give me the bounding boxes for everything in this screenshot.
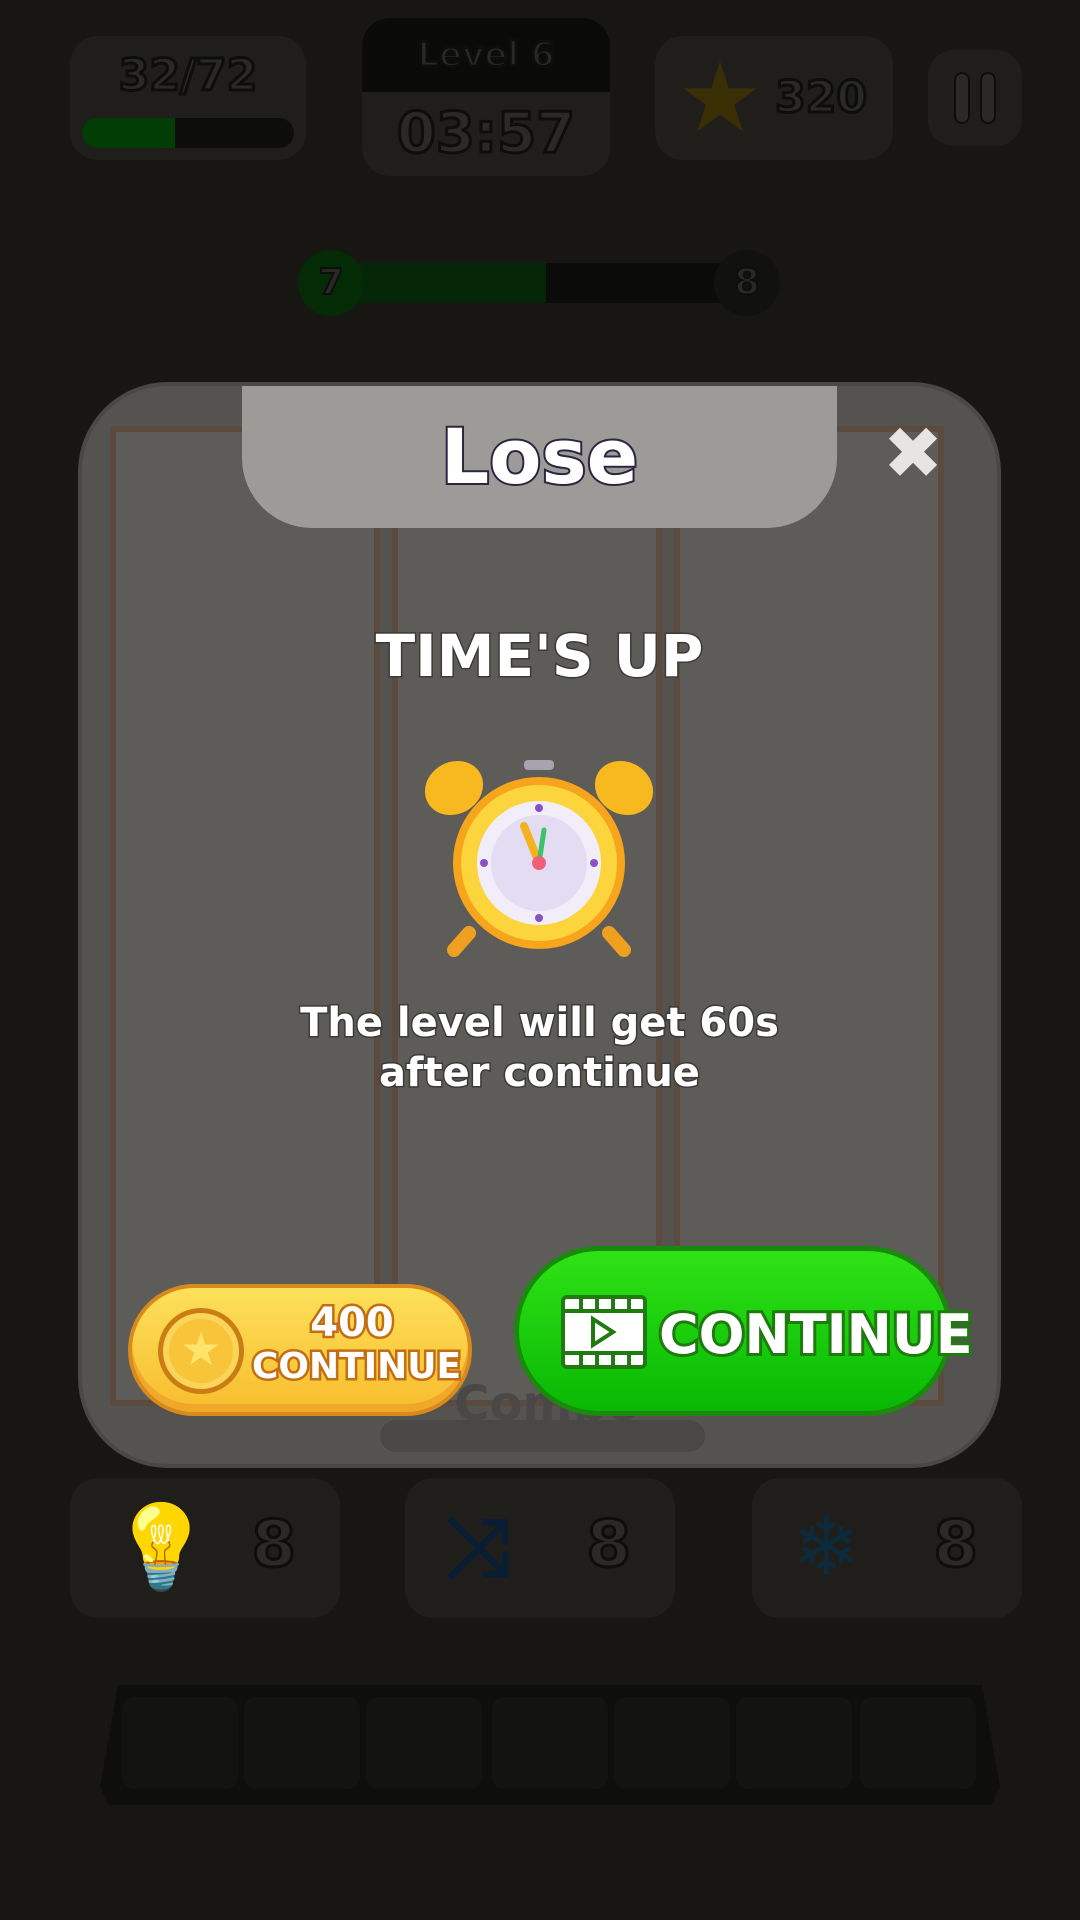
booster-count: 8 xyxy=(585,1507,633,1584)
items-progress-text: 32/72 xyxy=(117,49,259,103)
message-line-2: after continue xyxy=(378,1049,702,1098)
booster-shuffle[interactable]: ⤨ 8 xyxy=(405,1478,675,1618)
next-level-badge: 8 xyxy=(714,250,780,316)
tray-slot xyxy=(122,1697,238,1789)
tray-slot xyxy=(492,1697,608,1789)
tray-slot xyxy=(860,1697,976,1789)
coin-cost: 400 xyxy=(308,1298,397,1349)
tray-slot xyxy=(366,1697,482,1789)
item-tray xyxy=(100,1685,1000,1805)
watch-ad-continue-button[interactable]: CONTINUE xyxy=(514,1246,976,1416)
star-icon: ★ xyxy=(677,42,764,154)
continue-message: The level will get 60s after continue xyxy=(82,998,997,1098)
ad-continue-label: CONTINUE xyxy=(656,1300,976,1369)
stars-count: 320 xyxy=(774,71,869,125)
close-icon: ✖ xyxy=(882,411,944,495)
pause-button[interactable] xyxy=(928,50,1022,146)
coin-icon: ★ xyxy=(158,1308,244,1394)
message-line-1: The level will get 60s xyxy=(299,999,781,1048)
timer: 03:57 xyxy=(395,100,576,168)
lightbulb-icon: 💡 xyxy=(110,1500,213,1595)
items-progress-panel: 32/72 xyxy=(70,36,306,160)
level-progress: 7 8 xyxy=(298,250,780,316)
times-up-heading: TIME'S UP xyxy=(374,621,705,692)
combo-bar xyxy=(380,1420,705,1452)
level-title: Level 6 xyxy=(362,18,610,92)
booster-count: 8 xyxy=(250,1507,298,1584)
booster-freeze[interactable]: ❄ 8 xyxy=(752,1478,1022,1618)
tray-slot xyxy=(614,1697,730,1789)
coin-continue-label: CONTINUE xyxy=(250,1344,464,1390)
level-timer-panel: Level 6 03:57 xyxy=(362,18,610,176)
coin-continue-button[interactable]: ★ 400 CONTINUE xyxy=(128,1284,472,1416)
shuffle-icon: ⤨ xyxy=(445,1500,511,1595)
close-button[interactable]: ✖ xyxy=(882,417,944,489)
title-tab: Lose xyxy=(242,386,837,528)
shelf xyxy=(110,426,380,1406)
tray-slot xyxy=(736,1697,852,1789)
video-film-icon xyxy=(561,1295,647,1369)
current-level-badge: 7 xyxy=(298,250,364,316)
alarm-clock-icon xyxy=(424,760,654,957)
tray-slot xyxy=(244,1697,360,1789)
items-progress-bar xyxy=(82,118,294,148)
snowflake-icon: ❄ xyxy=(792,1500,861,1595)
booster-count: 8 xyxy=(932,1507,980,1584)
level-progress-track xyxy=(328,263,748,303)
stars-panel: ★ 320 xyxy=(655,36,893,160)
dialog-title: Lose xyxy=(439,410,640,503)
items-progress-fill xyxy=(82,118,176,148)
booster-hint[interactable]: 💡 8 xyxy=(70,1478,340,1618)
